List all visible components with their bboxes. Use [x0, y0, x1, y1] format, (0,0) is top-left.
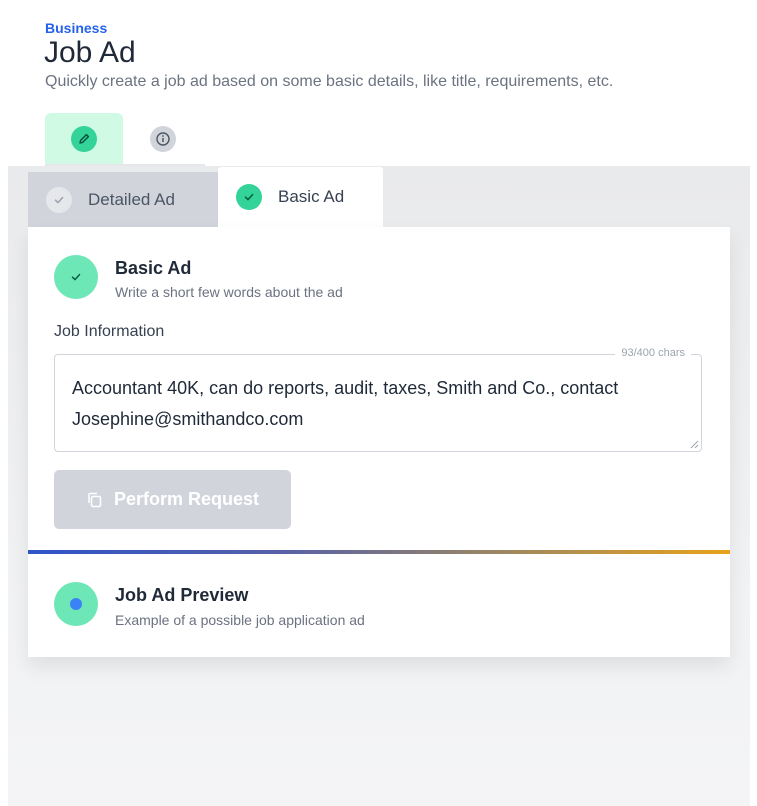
- preview-step-icon: [54, 582, 98, 626]
- tab-detailed-ad[interactable]: Detailed Ad: [28, 172, 218, 227]
- job-ad-card: Basic Ad Write a short few words about t…: [28, 227, 730, 657]
- step-title: Basic Ad: [115, 258, 192, 278]
- tab-basic-ad[interactable]: Basic Ad: [218, 167, 383, 227]
- preview-title: Job Ad Preview: [115, 585, 249, 605]
- job-information-label: Job Information: [54, 323, 165, 340]
- step-complete-icon: [54, 255, 98, 299]
- tab-basic-ad-label: Basic Ad: [278, 187, 345, 206]
- info-icon: [150, 126, 176, 152]
- section-divider: [28, 550, 730, 554]
- check-icon: [46, 186, 72, 213]
- dot-icon: [70, 598, 82, 610]
- tab-info[interactable]: [124, 113, 202, 165]
- step-description: Write a short few words about the ad: [115, 284, 343, 300]
- preview-description: Example of a possible job application ad: [115, 612, 365, 628]
- tab-detailed-ad-label: Detailed Ad: [88, 189, 175, 209]
- ad-type-tabs: Detailed Ad Basic Ad: [28, 167, 383, 227]
- pencil-icon: [71, 126, 97, 152]
- job-information-value: Accountant 40K, can do reports, audit, t…: [72, 378, 619, 429]
- perform-request-label: Perform Request: [113, 489, 260, 509]
- job-information-textarea[interactable]: 93/400 chars Accountant 40K, can do repo…: [54, 347, 702, 452]
- page-title: Job Ad: [44, 36, 136, 69]
- copy-icon: [88, 492, 102, 507]
- resize-handle-icon[interactable]: [690, 440, 699, 449]
- char-counter: 93/400 chars: [615, 347, 691, 359]
- check-icon: [236, 184, 262, 210]
- breadcrumb-business: Business: [45, 20, 108, 36]
- page-subtitle: Quickly create a job ad based on some ba…: [45, 73, 614, 90]
- perform-request-button[interactable]: Perform Request: [54, 470, 291, 529]
- tab-edit[interactable]: [45, 113, 123, 165]
